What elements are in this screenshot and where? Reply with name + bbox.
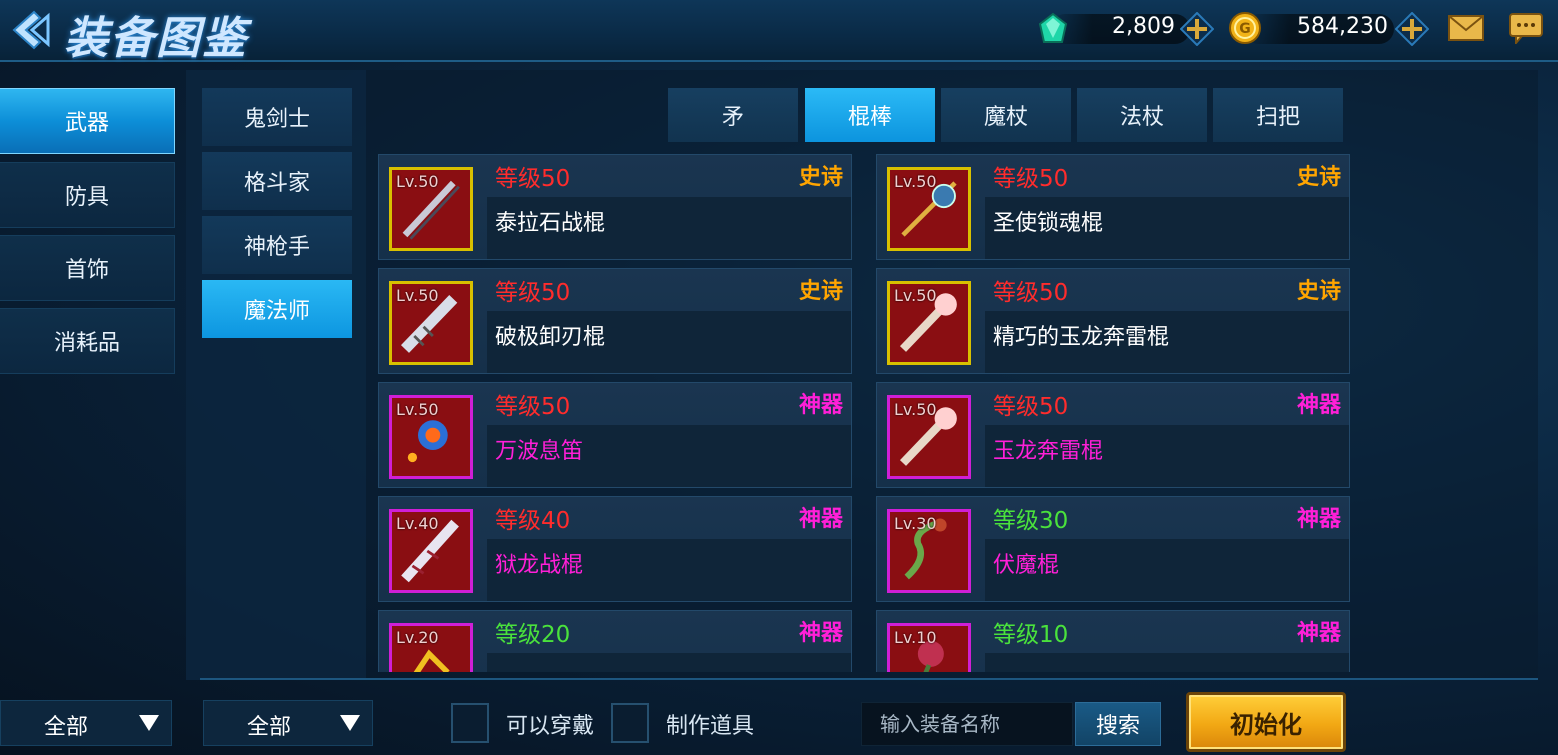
item-lv-badge: Lv.40	[396, 514, 439, 533]
category-armor[interactable]: 防具	[0, 162, 175, 228]
page-title: 装备图鉴	[64, 13, 248, 64]
item-name: 精巧的玉龙奔雷棍	[993, 325, 1170, 350]
item-rarity: 史诗	[1296, 279, 1341, 304]
item-lv-badge: Lv.20	[396, 628, 439, 647]
item-level: 等级30	[993, 508, 1069, 534]
item-card[interactable]: Lv.50 等级50 神器玉龙奔雷棍	[876, 382, 1350, 488]
item-rarity: 神器	[798, 507, 843, 532]
item-lv-badge: Lv.50	[894, 286, 937, 305]
item-name: 狱龙战棍	[495, 553, 584, 578]
item-lv-badge: Lv.50	[894, 172, 937, 191]
item-thumbnail: Lv.50	[389, 395, 473, 479]
item-card[interactable]: Lv.50 等级50 史诗泰拉石战棍	[378, 154, 852, 260]
item-thumbnail: Lv.50	[389, 281, 473, 365]
item-list[interactable]: Lv.50 等级50 史诗 泰拉石战棍 Lv.50 等级50 史诗 圣使锁魂棍 Lv.50 等级5…	[378, 152, 1358, 672]
item-level: 等级10	[993, 622, 1069, 648]
category-consumable[interactable]: 消耗品	[0, 308, 175, 374]
item-thumbnail: Lv.50	[887, 281, 971, 365]
item-level: 等级50	[495, 166, 571, 192]
craftable-checkbox[interactable]	[611, 703, 649, 743]
item-thumbnail: Lv.30	[887, 509, 971, 593]
item-rarity: 神器	[798, 393, 843, 418]
item-rarity: 史诗	[798, 165, 843, 190]
item-lv-badge: Lv.50	[396, 286, 439, 305]
item-lv-badge: Lv.30	[894, 514, 937, 533]
divider	[200, 678, 1538, 680]
wearable-label: 可以穿戴	[506, 714, 595, 739]
back-arrow-icon[interactable]	[4, 8, 52, 52]
item-thumbnail: Lv.50	[389, 167, 473, 251]
item-rarity: 神器	[1296, 507, 1341, 532]
item-card[interactable]: Lv.50 等级50 史诗精巧的玉龙奔雷棍	[876, 268, 1350, 374]
item-card[interactable]: Lv.50 等级50 神器万波息笛	[378, 382, 852, 488]
item-level: 等级50	[993, 280, 1069, 306]
reset-button[interactable]: 初始化	[1186, 692, 1346, 752]
item-level: 等级50	[495, 394, 571, 420]
item-level: 等级50	[495, 280, 571, 306]
item-card[interactable]: Lv.30 等级30 神器伏魔棍	[876, 496, 1350, 602]
item-thumbnail: Lv.50	[887, 395, 971, 479]
item-card[interactable]: Lv.50 等级50 史诗破极卸刃棍	[378, 268, 852, 374]
gold-count: 584,230	[1297, 14, 1388, 39]
class-gunner[interactable]: 神枪手	[202, 216, 352, 274]
item-level: 等级40	[495, 508, 571, 534]
top-bar: 装备图鉴 2,809 G 584,230	[0, 0, 1558, 64]
gem-icon	[1038, 12, 1068, 43]
chat-icon[interactable]	[1508, 12, 1544, 44]
category-filter-dropdown[interactable]: 全部	[0, 700, 172, 746]
item-name: 泰拉石战棍	[495, 211, 606, 236]
item-rarity: 神器	[1296, 621, 1341, 646]
item-rarity: 史诗	[1296, 165, 1341, 190]
tab-club[interactable]: 棍棒	[805, 88, 935, 142]
dropdown-arrow-icon	[340, 715, 360, 731]
item-lv-badge: Lv.50	[894, 400, 937, 419]
item-card[interactable]: Lv.40 等级40 神器狱龙战棍	[378, 496, 852, 602]
add-gems-button[interactable]	[1180, 12, 1214, 46]
item-name: 破极卸刃棍	[495, 325, 606, 350]
item-lv-badge: Lv.10	[894, 628, 937, 647]
tab-broom[interactable]: 扫把	[1213, 88, 1343, 142]
class-mage[interactable]: 魔法师	[202, 280, 352, 338]
item-thumbnail: Lv.50	[887, 167, 971, 251]
gem-count: 2,809	[1112, 14, 1175, 39]
item-level: 等级20	[495, 622, 571, 648]
item-card[interactable]: Lv.20 等级20 神器	[378, 610, 852, 672]
class-panel: 鬼剑士 格斗家 神枪手 魔法师	[186, 70, 366, 680]
class-fighter[interactable]: 格斗家	[202, 152, 352, 210]
gold-coin-icon: G	[1229, 12, 1261, 44]
item-thumbnail: Lv.40	[389, 509, 473, 593]
item-name: 玉龙奔雷棍	[993, 439, 1104, 464]
search-input[interactable]	[861, 702, 1073, 746]
item-level: 等级50	[993, 394, 1069, 420]
craftable-label: 制作道具	[666, 714, 755, 739]
item-rarity: 神器	[1296, 393, 1341, 418]
mail-icon[interactable]	[1448, 14, 1484, 42]
item-name: 伏魔棍	[993, 553, 1060, 578]
category-accessory[interactable]: 首饰	[0, 235, 175, 301]
wearable-checkbox[interactable]	[451, 703, 489, 743]
class-slayer[interactable]: 鬼剑士	[202, 88, 352, 146]
add-gold-button[interactable]	[1395, 12, 1429, 46]
search-button[interactable]: 搜索	[1075, 702, 1161, 746]
item-card[interactable]: Lv.50 等级50 史诗圣使锁魂棍	[876, 154, 1350, 260]
item-thumbnail: Lv.20	[389, 623, 473, 672]
item-card[interactable]: Lv.10 等级10 神器	[876, 610, 1350, 672]
svg-text:G: G	[1239, 21, 1251, 37]
category-weapon[interactable]: 武器	[0, 88, 175, 154]
item-lv-badge: Lv.50	[396, 172, 439, 191]
tab-spear[interactable]: 矛	[668, 88, 798, 142]
item-thumbnail: Lv.10	[887, 623, 971, 672]
item-name: 圣使锁魂棍	[993, 211, 1104, 236]
item-name: 万波息笛	[495, 439, 584, 464]
item-name-strip	[985, 653, 1349, 672]
item-lv-badge: Lv.50	[396, 400, 439, 419]
item-rarity: 神器	[798, 621, 843, 646]
item-level: 等级50	[993, 166, 1069, 192]
class-filter-dropdown[interactable]: 全部	[203, 700, 373, 746]
dropdown-arrow-icon	[139, 715, 159, 731]
item-rarity: 史诗	[798, 279, 843, 304]
item-name-strip	[487, 653, 851, 672]
tab-staff[interactable]: 法杖	[1077, 88, 1207, 142]
tab-wand[interactable]: 魔杖	[941, 88, 1071, 142]
